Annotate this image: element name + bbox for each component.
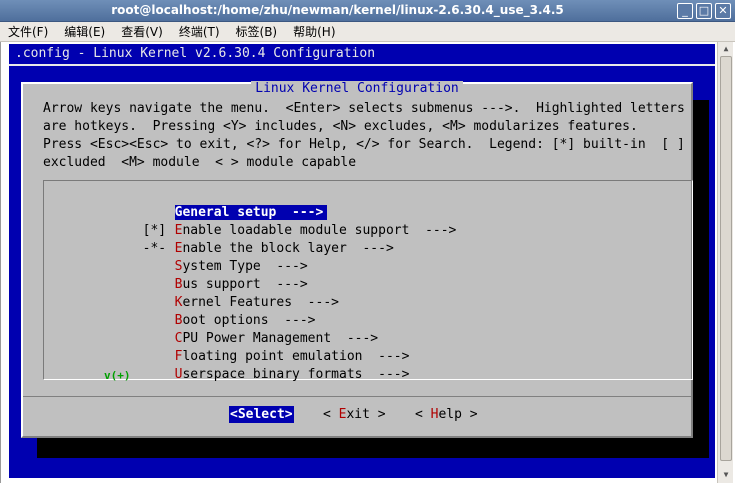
scrollbar-thumb[interactable] xyxy=(720,56,732,461)
help-line: excluded <M> module < > module capable xyxy=(43,155,357,170)
menu-item-bus-support[interactable]: Bus support ---> xyxy=(80,261,308,292)
dialog-title: Linux Kernel Configuration xyxy=(23,81,691,96)
menu-item-cpu-power[interactable]: CPU Power Management ---> xyxy=(80,315,379,346)
menu-item-text: serspace binary formats ---> xyxy=(182,367,410,382)
dialog-title-text: Linux Kernel Configuration xyxy=(251,81,463,96)
menu-item-general-setup[interactable]: General setup ---> xyxy=(80,189,328,220)
menu-item-floating-point[interactable]: Floating point emulation ---> xyxy=(80,333,410,364)
menubar: 文件(F) 编辑(E) 查看(V) 终端(T) 标签(B) 帮助(H) xyxy=(0,22,735,42)
menu-view[interactable]: 查看(V) xyxy=(121,23,163,40)
menu-item-system-type[interactable]: System Type ---> xyxy=(80,243,308,274)
config-dialog: Linux Kernel Configuration Arrow keys na… xyxy=(21,81,693,438)
vertical-scrollbar[interactable]: ▲ ▼ xyxy=(717,42,733,483)
window-controls: _ □ ✕ xyxy=(677,3,731,19)
button-bar: <Select> < Exit > < Help > xyxy=(23,406,691,424)
exit-button-rest: xit > xyxy=(346,407,386,422)
close-button[interactable]: ✕ xyxy=(715,3,731,19)
menu-item-loadable-module[interactable]: [*] Enable loadable module support ---> xyxy=(80,207,457,238)
exit-button[interactable]: < Exit > xyxy=(323,406,386,424)
menu-item-label: Userspace binary formats ---> xyxy=(175,367,410,382)
menu-tabs[interactable]: 标签(B) xyxy=(236,23,278,40)
menu-item-boot-options[interactable]: Boot options ---> xyxy=(80,297,316,328)
scroll-down-icon[interactable]: ▼ xyxy=(721,470,731,479)
help-text: Arrow keys navigate the menu. <Enter> se… xyxy=(43,100,685,172)
menu-edit[interactable]: 编辑(E) xyxy=(64,23,105,40)
menu-item-kernel-features[interactable]: Kernel Features ---> xyxy=(80,279,339,310)
maximize-button[interactable]: □ xyxy=(696,3,712,19)
scroll-up-icon[interactable]: ▲ xyxy=(721,44,731,53)
help-button[interactable]: < Help > xyxy=(415,406,478,424)
help-line: Press <Esc><Esc> to exit, <?> for Help, … xyxy=(43,137,685,152)
select-button-label: <Select> xyxy=(229,406,294,423)
menu-item-block-layer[interactable]: -*- Enable the block layer ---> xyxy=(80,225,394,256)
header-divider xyxy=(9,64,715,66)
menu-terminal[interactable]: 终端(T) xyxy=(179,23,220,40)
more-indicator: v(+) xyxy=(104,369,131,382)
select-button[interactable]: <Select> xyxy=(229,406,294,424)
menu-help[interactable]: 帮助(H) xyxy=(293,23,335,40)
config-header: .config - Linux Kernel v2.6.30.4 Configu… xyxy=(15,46,376,61)
menu-file[interactable]: 文件(F) xyxy=(8,23,48,40)
terminal-area[interactable]: .config - Linux Kernel v2.6.30.4 Configu… xyxy=(0,42,735,483)
help-line: are hotkeys. Pressing <Y> includes, <N> … xyxy=(43,119,638,134)
menu-box: General setup ---> [*] Enable loadable mo… xyxy=(43,180,693,382)
window-titlebar: root@localhost:/home/zhu/newman/kernel/l… xyxy=(0,0,735,22)
minimize-button[interactable]: _ xyxy=(677,3,693,19)
menu-item-userspace-binary[interactable]: Userspace binary formats ---> xyxy=(80,351,410,382)
exit-button-pre: < xyxy=(323,407,339,422)
help-button-rest: elp > xyxy=(438,407,478,422)
window-title: root@localhost:/home/zhu/newman/kernel/l… xyxy=(111,3,564,17)
button-divider xyxy=(23,396,691,397)
help-line: Arrow keys navigate the menu. <Enter> se… xyxy=(43,101,685,116)
help-button-pre: < xyxy=(415,407,431,422)
